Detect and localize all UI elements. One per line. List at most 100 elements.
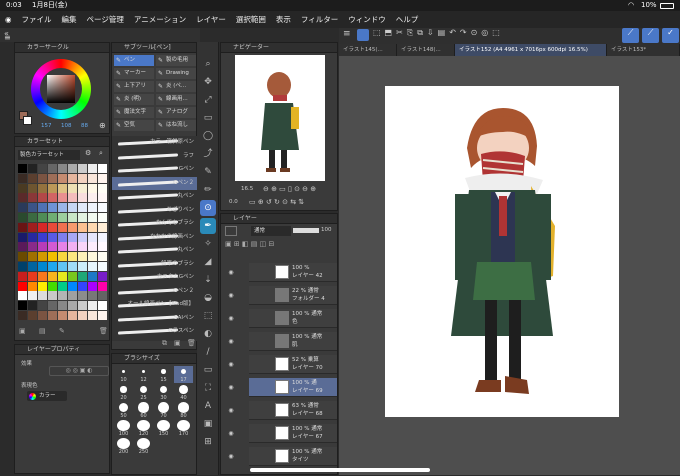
color-swatch[interactable]: [68, 291, 77, 301]
color-swatch[interactable]: [28, 301, 37, 311]
color-swatch[interactable]: [48, 262, 57, 271]
brush-list-item[interactable]: あざりペン: [112, 204, 198, 217]
color-swatch[interactable]: [28, 281, 37, 291]
brush-size-item[interactable]: 120: [134, 420, 153, 437]
menu-window[interactable]: ウィンドウ: [343, 11, 391, 28]
color-mode-icon[interactable]: ⊕: [99, 121, 106, 130]
color-swatch[interactable]: [68, 193, 77, 203]
color-swatch[interactable]: [78, 242, 87, 252]
brush-list-item[interactable]: Gペン２: [112, 285, 198, 298]
tool-icon[interactable]: ▭: [200, 110, 216, 126]
brush-size-item[interactable]: 10: [114, 366, 133, 383]
layer-visibility-icon[interactable]: ◉: [226, 286, 236, 305]
subtool-group-item[interactable]: 上下アリ ✎: [114, 81, 154, 92]
color-swatch[interactable]: [18, 252, 27, 262]
layer-row[interactable]: 100 % 通常 レイヤー 67: [249, 424, 337, 443]
color-swatch[interactable]: [88, 291, 97, 301]
brush-list-item[interactable]: SAIペン: [112, 312, 198, 325]
color-swatch[interactable]: [68, 281, 77, 291]
layer-visibility-icon[interactable]: ◉: [226, 355, 236, 374]
color-swatch[interactable]: [58, 164, 67, 173]
layer-visibility-icon[interactable]: ◉: [226, 378, 236, 397]
color-swatch[interactable]: [68, 213, 77, 222]
brush-list-item[interactable]: カラー筋斜原ペン: [112, 136, 198, 149]
color-swatch[interactable]: [88, 173, 97, 183]
color-swatch[interactable]: [98, 301, 107, 311]
color-swatch[interactable]: [18, 213, 27, 222]
tool-icon[interactable]: ✥: [200, 74, 216, 90]
color-swatch[interactable]: [68, 183, 77, 193]
menu-animation[interactable]: アニメーション: [129, 11, 191, 28]
color-swatch[interactable]: [58, 281, 67, 291]
color-swatch[interactable]: [58, 173, 67, 183]
color-swatch[interactable]: [48, 311, 57, 320]
selection-mode-icon[interactable]: [357, 29, 369, 41]
blend-mode-select[interactable]: 通常: [251, 226, 291, 236]
layer-visibility-icon[interactable]: ◉: [226, 332, 236, 351]
color-swatch[interactable]: [18, 271, 27, 281]
color-swatch[interactable]: [28, 213, 37, 222]
menu-help[interactable]: ヘルプ: [391, 11, 424, 28]
menu-view[interactable]: 表示: [271, 11, 296, 28]
color-swatch[interactable]: [48, 252, 57, 262]
brush-size-item[interactable]: 20: [114, 384, 133, 401]
color-swatch[interactable]: [48, 164, 57, 173]
color-swatch[interactable]: [78, 173, 87, 183]
layer-row[interactable]: 100 % 通常色: [249, 309, 337, 328]
brush-size-item[interactable]: 15: [154, 366, 173, 383]
command-bar-icons[interactable]: ⬚⬒✂⎘⧉⇩▤↶↷⊙◎⬚: [373, 28, 504, 38]
color-swatch[interactable]: [48, 291, 57, 301]
doc-tab-152-active[interactable]: イラスト152 (A4 4961 x 7016px 600dpi 16.5%): [455, 44, 607, 56]
brush-size-item[interactable]: 30: [154, 384, 173, 401]
color-swatch[interactable]: [38, 183, 47, 193]
color-swatch[interactable]: [98, 281, 107, 291]
tool-icon[interactable]: ⌕: [200, 56, 216, 72]
brush-size-item[interactable]: 100: [114, 420, 133, 437]
special-ruler-snap-icon[interactable]: ⟋: [642, 28, 659, 43]
color-swatch[interactable]: [68, 271, 77, 281]
color-swatch[interactable]: [58, 193, 67, 203]
color-swatch[interactable]: [48, 232, 57, 242]
brush-list-item[interactable]: ななかの線画ペン: [112, 231, 198, 244]
copy-subtool-icon[interactable]: ⧉: [162, 339, 167, 348]
color-swatch[interactable]: [58, 222, 67, 232]
brush-size-item[interactable]: 70: [154, 402, 173, 419]
brush-size-item[interactable]: 80: [174, 402, 193, 419]
brush-size-item[interactable]: 170: [174, 420, 193, 437]
color-swatch[interactable]: [78, 281, 87, 291]
color-swatch[interactable]: [18, 193, 27, 203]
color-swatch[interactable]: [88, 301, 97, 311]
color-swatch[interactable]: [38, 173, 47, 183]
brush-list-item[interactable]: ラフ: [112, 150, 198, 163]
color-swatch[interactable]: [68, 164, 77, 173]
color-swatch[interactable]: [68, 232, 77, 242]
color-swatch[interactable]: [68, 173, 77, 183]
brush-size-item[interactable]: 12: [134, 366, 153, 383]
brush-size-item[interactable]: 25: [134, 384, 153, 401]
subtool-group-item[interactable]: ペン ✎: [114, 55, 154, 66]
color-swatch[interactable]: [48, 213, 57, 222]
tool-icon[interactable]: A: [200, 398, 216, 414]
color-swatch[interactable]: [18, 281, 27, 291]
subtool-group-item[interactable]: 製の毛用 ✎: [156, 55, 196, 66]
color-swatch[interactable]: [98, 311, 107, 320]
delete-subtool-icon[interactable]: 🗑: [187, 339, 196, 347]
tool-icon[interactable]: ⬚: [200, 308, 216, 324]
color-swatch[interactable]: [18, 262, 27, 271]
color-swatch[interactable]: [88, 203, 97, 213]
color-swatch[interactable]: [88, 193, 97, 203]
navigator-rotate-value[interactable]: 0.0: [229, 199, 238, 205]
brush-list-item[interactable]: Gペン２: [112, 176, 198, 190]
color-swatch[interactable]: [38, 262, 47, 271]
color-swatch[interactable]: [78, 252, 87, 262]
color-swatch[interactable]: [38, 291, 47, 301]
layer-visibility-icon[interactable]: ◉: [226, 447, 236, 466]
color-swatch[interactable]: [88, 281, 97, 291]
tool-icon[interactable]: ⊞: [200, 434, 216, 450]
color-swatch[interactable]: [78, 222, 87, 232]
color-swatch[interactable]: [18, 311, 27, 320]
color-set-settings-icon[interactable]: ⚙: [85, 149, 91, 157]
color-swatch[interactable]: [78, 193, 87, 203]
color-swatch[interactable]: [98, 213, 107, 222]
color-swatch[interactable]: [18, 164, 27, 173]
